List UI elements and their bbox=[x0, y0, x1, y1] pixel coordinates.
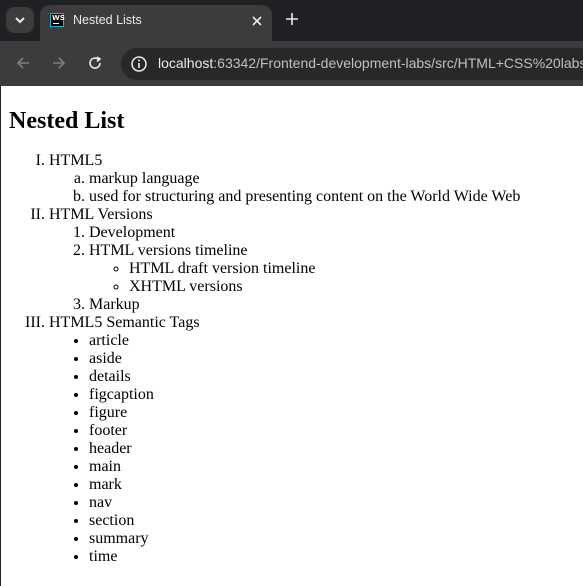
list-item: XHTML versions bbox=[129, 278, 520, 296]
site-info-icon[interactable] bbox=[130, 55, 148, 73]
page-content: Nested List HTML5 markup language used f… bbox=[0, 86, 583, 586]
forward-arrow-icon[interactable] bbox=[51, 55, 67, 71]
list-item: HTML versions timeline HTML draft versio… bbox=[89, 242, 520, 296]
list-item: nav bbox=[89, 494, 520, 512]
url-host: localhost bbox=[158, 55, 214, 71]
chevron-down-icon bbox=[15, 17, 25, 24]
list-item: HTML5 Semantic Tags article aside detail… bbox=[49, 314, 520, 566]
browser-chrome: WS Nested Lists localhost:63342/Frontend… bbox=[0, 0, 583, 86]
url-text[interactable]: localhost:63342/Frontend-development-lab… bbox=[158, 55, 583, 71]
semantic-tags-sublist: article aside details figcaption figure … bbox=[49, 332, 520, 566]
webstorm-favicon-icon: WS bbox=[50, 13, 65, 27]
list-item: article bbox=[89, 332, 520, 350]
reload-icon[interactable] bbox=[87, 55, 103, 71]
list-item-label: HTML versions timeline bbox=[89, 242, 248, 259]
section-label-semantic-tags: HTML5 Semantic Tags bbox=[49, 314, 200, 331]
list-item: HTML5 markup language used for structuri… bbox=[49, 152, 520, 206]
tab-strip: WS Nested Lists bbox=[0, 0, 583, 41]
list-item: Markup bbox=[89, 296, 520, 314]
list-item: section bbox=[89, 512, 520, 530]
list-item: HTML draft version timeline bbox=[129, 260, 520, 278]
list-item: figcaption bbox=[89, 386, 520, 404]
address-bar[interactable]: localhost:63342/Frontend-development-lab… bbox=[121, 48, 583, 80]
list-item: figure bbox=[89, 404, 520, 422]
list-item: Development bbox=[89, 224, 520, 242]
list-item: HTML Versions Development HTML versions … bbox=[49, 206, 520, 314]
page-title: Nested List bbox=[9, 108, 125, 134]
list-item: used for structuring and presenting cont… bbox=[89, 188, 520, 206]
html5-sublist: markup language used for structuring and… bbox=[49, 170, 520, 206]
back-arrow-icon[interactable] bbox=[15, 55, 31, 71]
list-item: header bbox=[89, 440, 520, 458]
list-item: main bbox=[89, 458, 520, 476]
nested-list: HTML5 markup language used for structuri… bbox=[1, 152, 520, 566]
timeline-sublist: HTML draft version timeline XHTML versio… bbox=[89, 260, 520, 296]
html-versions-sublist: Development HTML versions timeline HTML … bbox=[49, 224, 520, 314]
tab-active[interactable]: WS Nested Lists bbox=[40, 5, 272, 41]
outer-roman-list: HTML5 markup language used for structuri… bbox=[1, 152, 520, 566]
tab-title: Nested Lists bbox=[73, 13, 142, 27]
section-label-html5: HTML5 bbox=[49, 152, 103, 169]
close-icon[interactable] bbox=[250, 14, 264, 28]
new-tab-plus-icon[interactable] bbox=[284, 11, 300, 27]
list-item: markup language bbox=[89, 170, 520, 188]
tab-search-button[interactable] bbox=[6, 7, 34, 33]
url-path: :63342/Frontend-development-labs/src/HTM… bbox=[213, 55, 583, 71]
section-label-html-versions: HTML Versions bbox=[49, 206, 153, 223]
list-item: footer bbox=[89, 422, 520, 440]
toolbar: localhost:63342/Frontend-development-lab… bbox=[0, 41, 583, 86]
list-item: aside bbox=[89, 350, 520, 368]
list-item: summary bbox=[89, 530, 520, 548]
list-item: details bbox=[89, 368, 520, 386]
list-item: time bbox=[89, 548, 520, 566]
list-item: mark bbox=[89, 476, 520, 494]
